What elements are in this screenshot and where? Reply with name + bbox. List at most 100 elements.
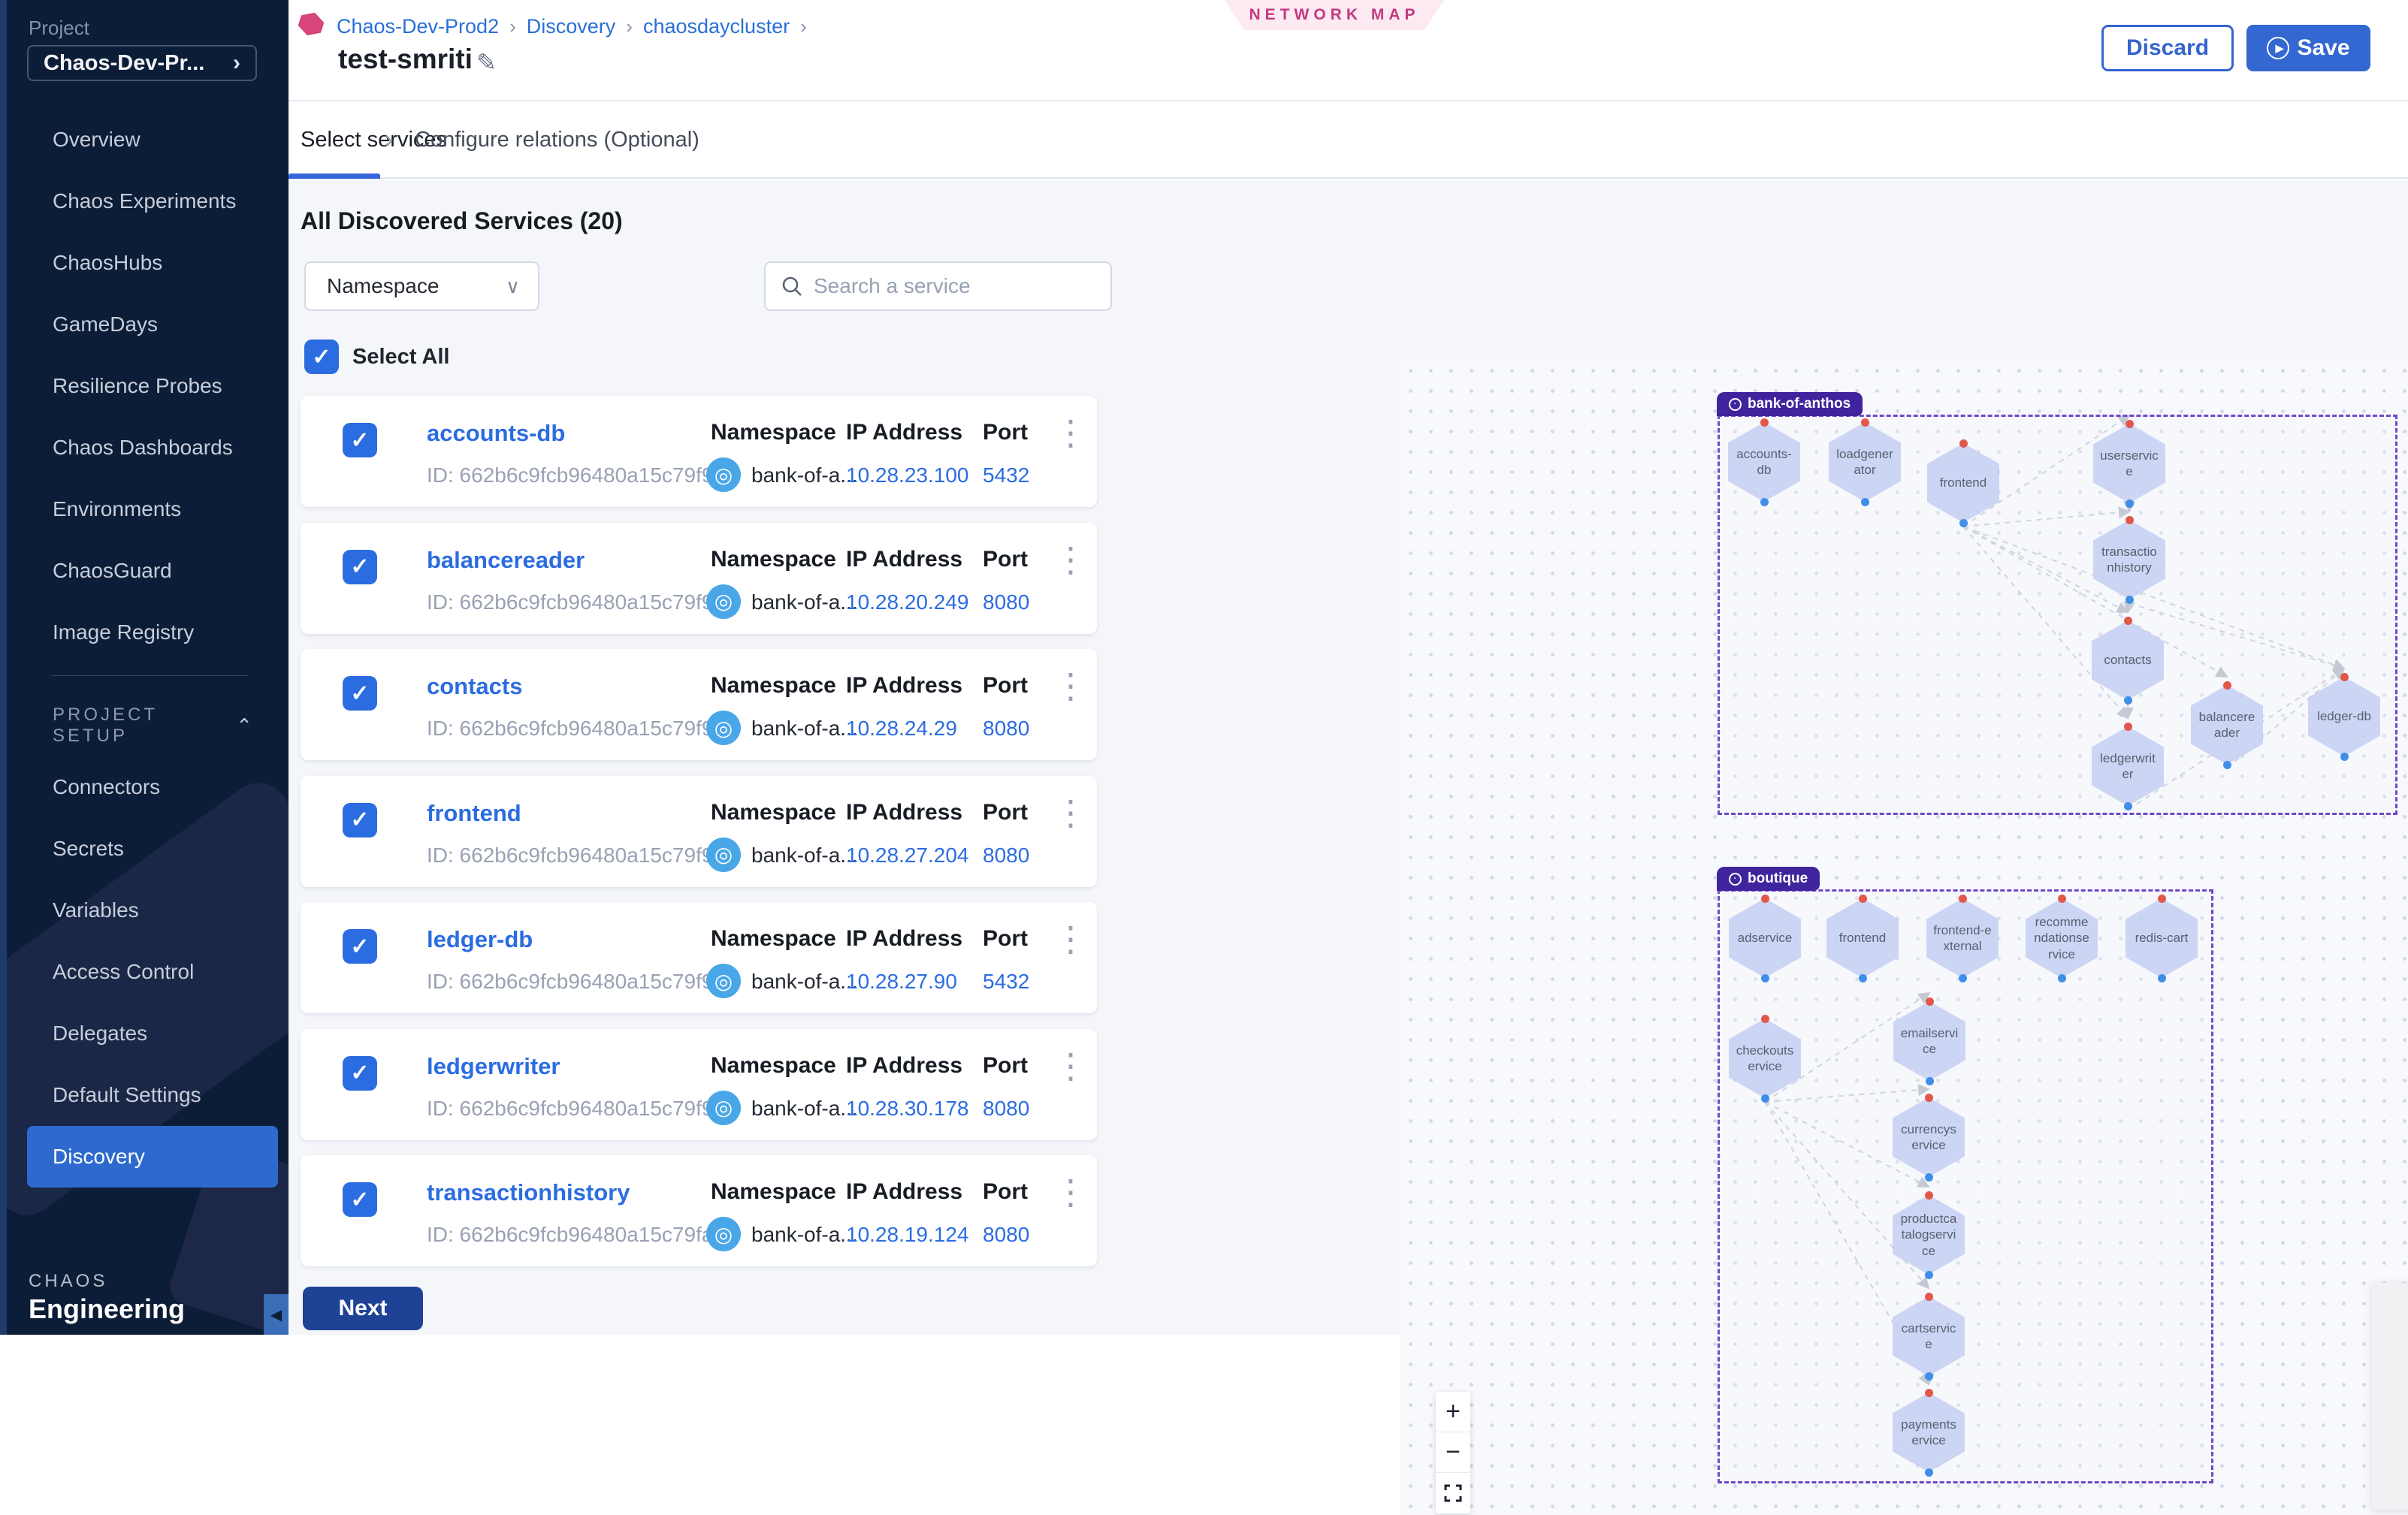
service-ip[interactable]: 10.28.20.249 [846,590,969,614]
service-name-link[interactable]: ledgerwriter [427,1053,560,1080]
outbound-port-dot [2340,753,2349,761]
service-port[interactable]: 5432 [983,463,1029,487]
discard-button[interactable]: Discard [2101,25,2234,71]
project-setup-header[interactable]: PROJECT SETUP ⌃ [53,705,263,747]
namespace-group-label-boutique[interactable]: ·boutique [1717,867,1820,891]
kebab-menu-icon[interactable]: ⋮ [1053,1175,1088,1209]
project-selector[interactable]: Chaos-Dev-Pr... › [27,45,257,81]
service-checkbox[interactable]: ✓ [343,550,377,584]
service-name-link[interactable]: balancereader [427,547,585,574]
inbound-port-dot [2223,681,2231,690]
service-id: ID: 662b6c9fcb96480a15c79f9b [427,590,725,614]
service-name-link[interactable]: accounts-db [427,420,565,447]
sidebar-item-access-control[interactable]: Access Control [0,941,289,1003]
namespace-group-label-bank-of-anthos[interactable]: ·bank-of-anthos [1717,392,1863,416]
breadcrumb-link[interactable]: chaosdaycluster [643,15,790,38]
service-name-link[interactable]: transactionhistory [427,1179,630,1206]
column-header-namespace: Namespace [711,673,836,699]
kubernetes-icon: · [1729,873,1742,886]
service-node-label: frontend-external [1926,922,1999,955]
namespace-filter-dropdown[interactable]: Namespace ∨ [304,261,539,311]
service-row: ✓ transactionhistory ID: 662b6c9fcb96480… [301,1155,1097,1266]
sidebar-item-overview[interactable]: Overview [0,109,289,171]
service-port[interactable]: 8080 [983,717,1029,741]
fullscreen-button[interactable] [1436,1473,1470,1513]
kebab-menu-icon[interactable]: ⋮ [1053,542,1088,577]
save-button[interactable]: ▶ Save [2246,25,2370,71]
sidebar-item-environments[interactable]: Environments [0,478,289,540]
tab-configure-relations[interactable]: Configure relations (Optional) [415,103,699,177]
breadcrumb-link[interactable]: Discovery [527,15,616,38]
network-map-badge: NETWORK MAP [1225,0,1444,30]
kebab-menu-icon[interactable]: ⋮ [1053,668,1088,703]
sidebar-item-delegates[interactable]: Delegates [0,1003,289,1064]
namespace-icon: ◎ [706,1217,741,1251]
column-header-namespace: Namespace [711,926,836,952]
inbound-port-dot [1761,895,1769,903]
zoom-out-button[interactable]: − [1436,1432,1470,1473]
service-port[interactable]: 8080 [983,590,1029,614]
network-map-canvas[interactable]: ·bank-of-anthosaccounts-dbloadgeneratorf… [1400,361,2408,1515]
sidebar-item-chaosguard[interactable]: ChaosGuard [0,540,289,602]
outbound-port-dot [1861,498,1869,506]
sidebar-collapse-button[interactable]: ◀ [264,1294,289,1335]
sidebar-item-connectors[interactable]: Connectors [0,756,289,818]
service-port[interactable]: 8080 [983,844,1029,868]
inbound-port-dot [2340,673,2349,681]
service-checkbox[interactable]: ✓ [343,1182,377,1217]
kebab-menu-icon[interactable]: ⋮ [1053,922,1088,956]
select-all: ✓ Select All [304,340,449,374]
sidebar-item-chaos-experiments[interactable]: Chaos Experiments [0,171,289,232]
service-ip[interactable]: 10.28.24.29 [846,717,957,741]
kebab-menu-icon[interactable]: ⋮ [1053,415,1088,450]
edit-title-icon[interactable]: ✎ [476,48,497,77]
service-ip[interactable]: 10.28.23.100 [846,463,969,487]
outbound-port-dot [1959,519,1968,527]
kebab-menu-icon[interactable]: ⋮ [1053,1049,1088,1083]
next-button[interactable]: Next [303,1287,423,1330]
service-ip[interactable]: 10.28.27.204 [846,844,969,868]
column-header-namespace: Namespace [711,1179,836,1205]
service-checkbox[interactable]: ✓ [343,803,377,837]
service-ip[interactable]: 10.28.27.90 [846,970,957,994]
outbound-port-dot [1925,1468,1933,1477]
inbound-port-dot [1760,418,1769,427]
service-name-link[interactable]: contacts [427,673,522,700]
service-name-link[interactable]: ledger-db [427,926,533,953]
sidebar-item-chaos-dashboards[interactable]: Chaos Dashboards [0,417,289,478]
sidebar-item-default-settings[interactable]: Default Settings [0,1064,289,1126]
sidebar-item-secrets[interactable]: Secrets [0,818,289,880]
service-ip[interactable]: 10.28.19.124 [846,1223,969,1247]
sidebar-item-chaoshubs[interactable]: ChaosHubs [0,232,289,294]
search-input[interactable] [814,274,1095,298]
service-ip[interactable]: 10.28.30.178 [846,1097,969,1121]
sidebar-item-gamedays[interactable]: GameDays [0,294,289,355]
column-header-ip: IP Address [846,547,962,572]
service-port[interactable]: 8080 [983,1097,1029,1121]
service-port[interactable]: 5432 [983,970,1029,994]
service-node-label: checkoutservice [1729,1043,1801,1075]
sidebar-item-resilience-probes[interactable]: Resilience Probes [0,355,289,417]
service-name-link[interactable]: frontend [427,800,521,827]
sidebar-item-discovery[interactable]: Discovery [27,1126,278,1188]
kebab-menu-icon[interactable]: ⋮ [1053,795,1088,830]
service-node-label: frontend [1933,475,1993,490]
service-port[interactable]: 8080 [983,1223,1029,1247]
sidebar-item-variables[interactable]: Variables [0,880,289,941]
minimap[interactable] [2372,1283,2408,1510]
service-checkbox[interactable]: ✓ [343,1056,377,1091]
zoom-in-button[interactable]: + [1436,1392,1470,1432]
select-all-checkbox[interactable]: ✓ [304,340,339,374]
sidebar-item-image-registry[interactable]: Image Registry [0,602,289,663]
brand-chaos: CHAOS [29,1271,107,1292]
service-id: ID: 662b6c9fcb96480a15c79f9d [427,844,725,868]
service-node-label: accounts-db [1728,446,1800,478]
service-row: ✓ contacts ID: 662b6c9fcb96480a15c79f9c … [301,649,1097,760]
service-checkbox[interactable]: ✓ [343,676,377,711]
service-checkbox[interactable]: ✓ [343,423,377,457]
service-search [764,261,1112,311]
page-title: test-smriti [338,44,473,75]
breadcrumb-link[interactable]: Chaos-Dev-Prod2 [337,15,499,38]
service-checkbox[interactable]: ✓ [343,929,377,964]
outbound-port-dot [1925,1173,1933,1182]
